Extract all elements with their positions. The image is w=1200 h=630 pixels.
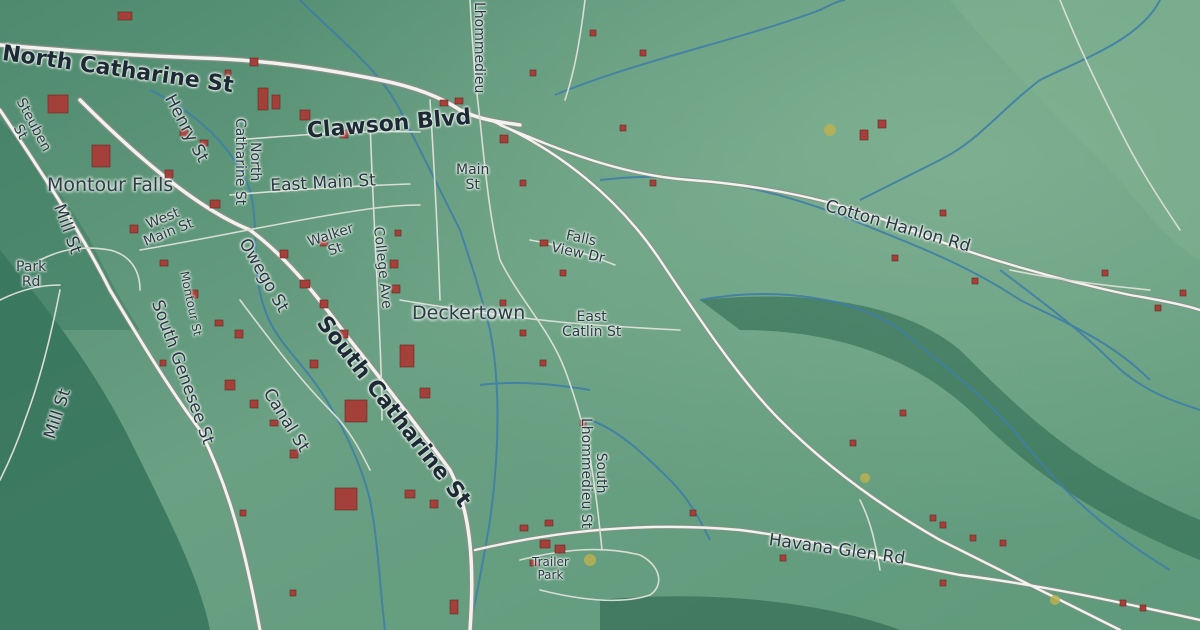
road-label-east-catlin-st: East Catlin St	[562, 309, 622, 340]
road-label-lhommedieu: Lhommedieu	[471, 2, 487, 94]
road-label-main-st: Main St	[456, 162, 490, 193]
road-label-park-rd: Park Rd	[16, 259, 47, 290]
place-label-montour-falls: Montour Falls	[47, 174, 174, 196]
road-label-north-catharine-st-side: North Catharine St	[232, 118, 263, 206]
place-label-trailer-park: Trailer Park	[532, 555, 569, 582]
road-label-south-lhommedieu-st: South Lhommedieu St	[578, 418, 609, 529]
map-canvas[interactable]: North Catharine St Clawson Blvd Montour …	[0, 0, 1200, 630]
place-label-deckertown: Deckertown	[412, 302, 526, 324]
